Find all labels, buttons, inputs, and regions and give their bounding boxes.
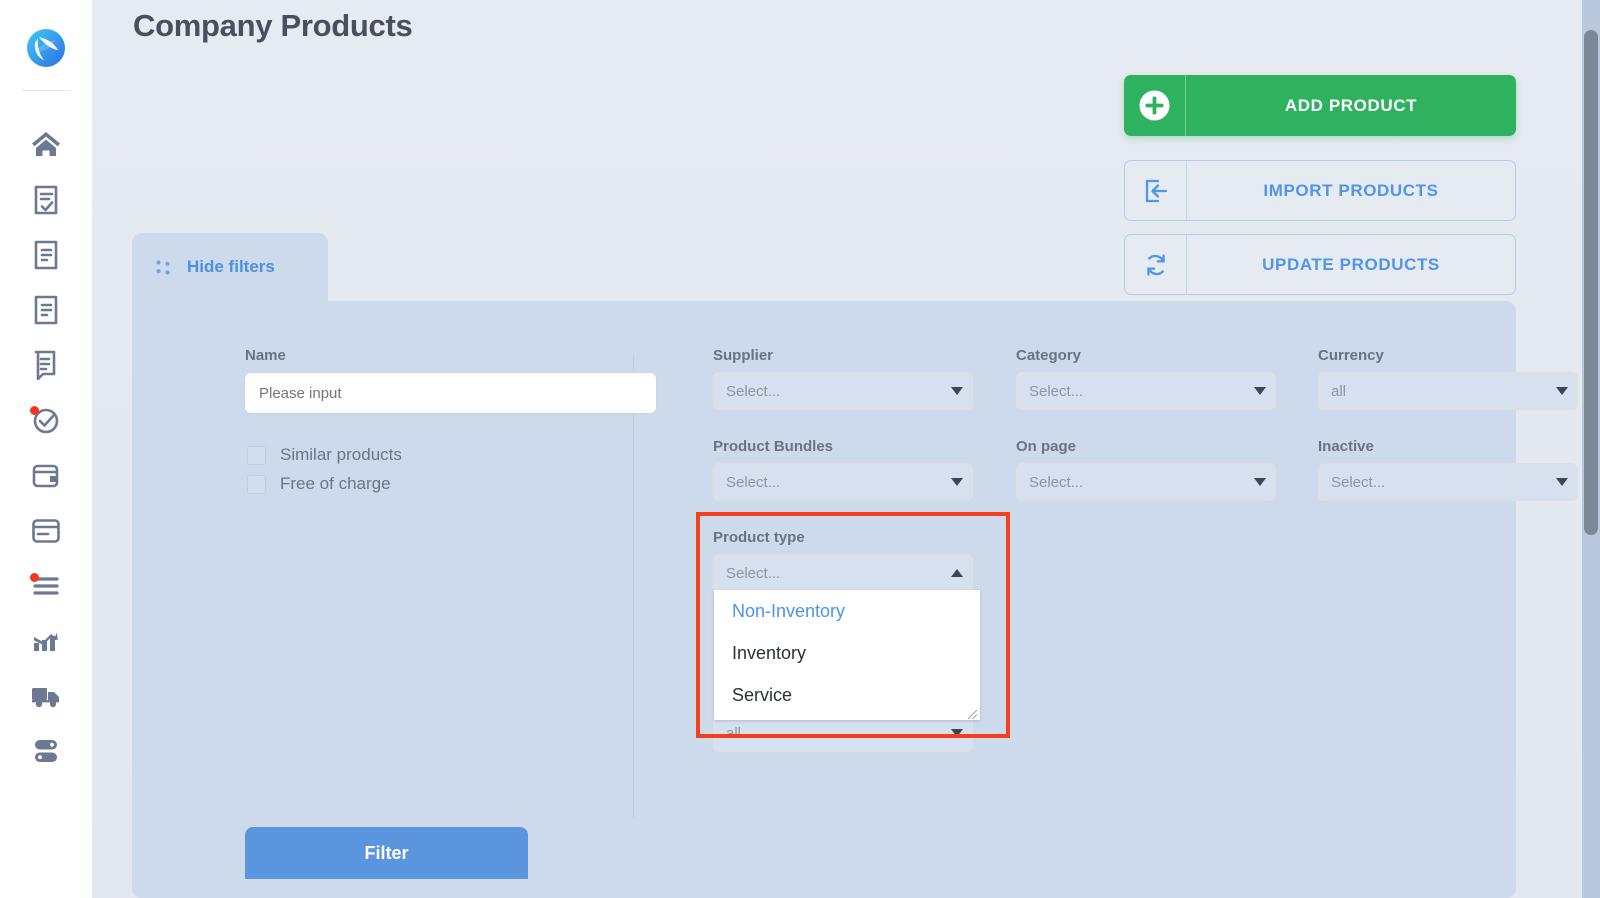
similar-products-label: Similar products [280,445,402,464]
update-products-button[interactable]: UPDATE PRODUCTS [1124,234,1516,295]
import-products-button[interactable]: IMPORT PRODUCTS [1124,160,1516,221]
notification-dot [30,573,39,582]
document-scroll-icon [33,350,60,380]
on-page-select[interactable]: Select... [1016,463,1276,501]
extra-all-value: all [726,724,742,742]
chevron-down-icon [1547,478,1577,486]
sidebar-item-approvals[interactable] [0,180,92,220]
product-type-options-menu[interactable]: Non-Inventory Inventory Service [714,590,980,720]
add-product-label: ADD PRODUCT [1284,95,1418,115]
currency-value: all [1331,382,1347,400]
document-lines-icon [33,240,59,270]
sidebar [0,0,92,898]
currency-label: Currency [1318,347,1384,364]
home-icon [31,130,61,158]
hide-filters-tab[interactable]: Hide filters [132,233,328,301]
chevron-up-icon [942,569,972,577]
page-scrollbar-track[interactable] [1582,0,1600,898]
wallet-icon [31,462,61,490]
product-type-select[interactable]: Select... [713,554,973,592]
free-of-charge-label: Free of charge [280,474,391,493]
sidebar-item-reports-list[interactable] [0,566,92,606]
sidebar-item-home[interactable] [0,124,92,164]
filter-submit-label: Filter [364,842,409,863]
product-bundles-select[interactable]: Select... [713,463,973,501]
page-scrollbar-thumb[interactable] [1584,30,1598,535]
sidebar-divider [22,90,70,91]
product-type-label: Product type [713,529,805,546]
dots-filter-icon [154,258,173,277]
bar-chart-growth-icon [31,628,61,654]
chevron-down-icon [1245,478,1275,486]
product-bundles-label: Product Bundles [713,438,834,455]
main-content: Company Products ADD PRODUCT IMPORT PROD… [92,0,1582,898]
check-circle-icon [30,405,61,435]
category-label: Category [1016,347,1082,364]
add-product-button[interactable]: ADD PRODUCT [1124,75,1516,136]
inactive-select[interactable]: Select... [1318,463,1578,501]
inactive-label: Inactive [1318,438,1374,455]
chevron-down-icon [942,387,972,395]
list-lines-icon [30,573,61,599]
similar-products-checkbox-row[interactable]: Similar products [247,445,402,465]
sidebar-item-wallet[interactable] [0,456,92,496]
sidebar-item-orders[interactable] [0,290,92,330]
refresh-sync-icon [1125,235,1187,294]
similar-products-checkbox[interactable] [247,445,266,465]
chevron-down-icon [1245,387,1275,395]
sidebar-item-receipts[interactable] [0,345,92,385]
sidebar-item-shipping[interactable] [0,676,92,716]
resize-handle-icon[interactable] [966,707,978,720]
hide-filters-label: Hide filters [187,257,275,276]
document-check-icon [33,185,59,215]
update-products-label: UPDATE PRODUCTS [1262,254,1440,274]
on-page-value: Select... [1029,473,1084,491]
filter-submit-button[interactable]: Filter [245,827,528,879]
on-page-label: On page [1016,438,1077,455]
sidebar-item-payments[interactable] [0,511,92,551]
inactive-value: Select... [1331,473,1386,491]
server-stack-icon [31,737,61,765]
chevron-down-icon [1547,387,1577,395]
app-logo[interactable] [0,20,92,76]
product-type-option-non-inventory[interactable]: Non-Inventory [714,590,980,632]
document-lines-icon [33,295,59,325]
supplier-value: Select... [726,382,781,400]
import-arrow-icon [1125,161,1187,220]
truck-delivery-icon [30,683,62,709]
product-type-value: Select... [726,564,781,582]
name-field-label: Name [245,347,286,364]
currency-select[interactable]: all [1318,372,1578,410]
credit-card-icon [31,518,61,544]
supplier-label: Supplier [713,347,774,364]
category-value: Select... [1029,382,1084,400]
notification-dot [30,406,39,415]
sidebar-item-analytics[interactable] [0,621,92,661]
free-of-charge-checkbox-row[interactable]: Free of charge [247,474,391,494]
page-title: Company Products [133,8,413,43]
free-of-charge-checkbox[interactable] [247,474,266,494]
product-type-option-service[interactable]: Service [714,674,980,716]
sidebar-item-tasks[interactable] [0,400,92,440]
name-input[interactable] [245,373,656,413]
column-divider [633,355,634,818]
sidebar-item-integrations[interactable] [0,731,92,771]
supplier-select[interactable]: Select... [713,372,973,410]
product-bundles-value: Select... [726,473,781,491]
chevron-down-icon [942,478,972,486]
import-products-label: IMPORT PRODUCTS [1263,180,1439,200]
plus-circle-icon [1124,75,1186,136]
chevron-down-icon [942,729,972,737]
product-type-option-inventory[interactable]: Inventory [714,632,980,674]
category-select[interactable]: Select... [1016,372,1276,410]
sidebar-item-invoices[interactable] [0,235,92,275]
